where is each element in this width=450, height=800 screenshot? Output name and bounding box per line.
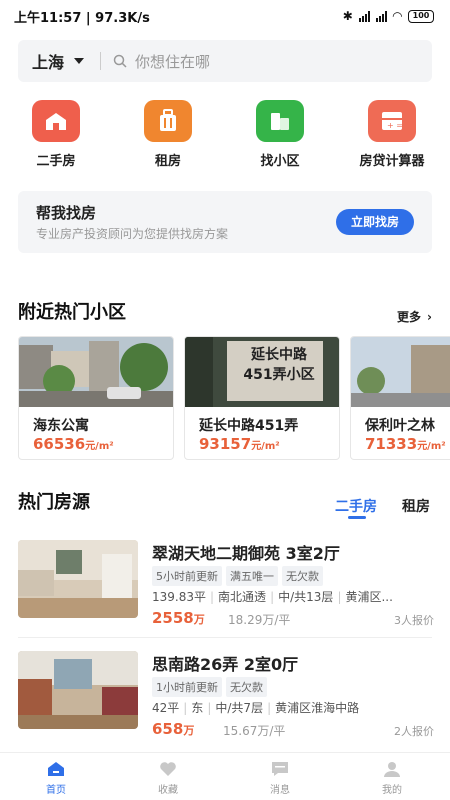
battery-icon: 100 <box>408 9 434 23</box>
tab-rent[interactable]: 租房 <box>402 496 430 516</box>
entry-label: 房贷计算器 <box>359 154 425 169</box>
search-input[interactable]: 你想住在哪 <box>135 51 210 72</box>
nearby-cards: 海东公寓 66536元/m² 延长中路 451弄小区 延长中路451弄 9315… <box>18 336 450 460</box>
community-sign-text: 延长中路 451弄小区 <box>243 347 315 383</box>
listing-photo <box>18 651 138 729</box>
listing-price: 658万 <box>152 720 195 738</box>
calculator-icon: + = <box>368 100 416 142</box>
bottom-nav: 首页 收藏 消息 我的 <box>0 752 450 800</box>
tag: 1小时前更新 <box>152 677 222 697</box>
listing-unit-price: 18.29万/平 <box>228 613 291 627</box>
heart-icon <box>160 762 176 776</box>
nav-label: 我的 <box>382 785 402 796</box>
entry-community[interactable]: 找小区 <box>224 100 336 169</box>
divider <box>18 637 432 638</box>
more-label: 更多 <box>397 310 422 324</box>
tab-second-hand[interactable]: 二手房 <box>335 496 377 516</box>
home-icon <box>48 762 64 776</box>
entry-label: 二手房 <box>36 154 76 169</box>
hot-section-title: 热门房源 <box>18 492 90 513</box>
city-label: 上海 <box>32 53 65 72</box>
suitcase-icon <box>144 100 192 142</box>
listing-title: 翠湖天地二期御苑 3室2厅 <box>152 544 340 563</box>
chevron-right-icon: › <box>427 309 432 324</box>
house-icon <box>32 100 80 142</box>
find-now-button[interactable]: 立即找房 <box>336 209 414 235</box>
divider <box>100 52 101 70</box>
listing-offers: 2人报价 <box>394 725 434 738</box>
community-card[interactable]: 延长中路 451弄小区 延长中路451弄 93157元/m² <box>184 336 340 460</box>
tag: 满五唯一 <box>226 566 278 586</box>
help-find-house-card[interactable]: 帮我找房 专业房产投资顾问为您提供找房方案 立即找房 <box>18 191 432 253</box>
nav-favorites[interactable]: 收藏 <box>112 753 224 800</box>
building-icon <box>256 100 304 142</box>
listing-unit-price: 15.67万/平 <box>223 724 286 738</box>
tag: 5小时前更新 <box>152 566 222 586</box>
nearby-section-title: 附近热门小区 <box>18 302 126 323</box>
caret-down-icon <box>74 58 85 64</box>
listing-info: 139.83平 | 南北通透 | 中/共13层 | 黄浦区... <box>152 590 393 604</box>
community-photo <box>351 337 450 407</box>
nav-profile[interactable]: 我的 <box>336 753 448 800</box>
help-subtitle: 专业房产投资顾问为您提供找房方案 <box>36 227 229 241</box>
nav-label: 首页 <box>46 785 66 796</box>
community-card[interactable]: 保利叶之林 71333元/m² <box>350 336 450 460</box>
user-icon <box>384 762 400 777</box>
listing-offers: 3人报价 <box>394 614 434 627</box>
active-tab-indicator <box>348 516 366 519</box>
listing-price: 2558万 <box>152 609 205 627</box>
entry-label: 租房 <box>154 154 181 169</box>
listing-item[interactable]: 翠湖天地二期御苑 3室2厅 5小时前更新 满五唯一 无欠款 139.83平 | 南北… <box>18 540 450 632</box>
community-price: 71333元/m² <box>365 435 446 453</box>
community-name: 延长中路451弄 <box>199 418 299 434</box>
signal-icon <box>358 10 370 22</box>
status-icons: ✱ ◠ 100 <box>343 9 434 23</box>
community-name: 保利叶之林 <box>365 418 435 434</box>
entry-calculator[interactable]: + = 房贷计算器 <box>336 100 448 169</box>
help-title: 帮我找房 <box>36 204 97 222</box>
community-card[interactable]: 海东公寓 66536元/m² <box>18 336 174 460</box>
community-name: 海东公寓 <box>33 418 89 434</box>
status-time: 上午11:57 | 97.3K/s <box>14 10 150 26</box>
signal-icon-2 <box>375 10 387 22</box>
listing-item[interactable]: 思南路26弄 2室0厅 1小时前更新 无欠款 42平 | 东 | 中/共7层 | 黄浦区淮海… <box>18 651 450 743</box>
nav-label: 收藏 <box>158 785 178 796</box>
quick-entries: 二手房 租房 找小区 + = 房贷计算器 <box>0 100 450 169</box>
search-icon <box>113 54 127 68</box>
entry-rent[interactable]: 租房 <box>112 100 224 169</box>
status-bar: 上午11:57 | 97.3K/s ✱ ◠ 100 <box>0 0 450 32</box>
city-selector[interactable]: 上海 <box>18 49 100 73</box>
tag: 无欠款 <box>226 677 267 697</box>
entry-label: 找小区 <box>260 154 300 169</box>
nav-messages[interactable]: 消息 <box>224 753 336 800</box>
svg-text:+ =: + = <box>387 121 403 130</box>
listing-tags: 1小时前更新 无欠款 <box>152 677 267 697</box>
listing-title: 思南路26弄 2室0厅 <box>152 655 299 674</box>
community-price: 66536元/m² <box>33 435 114 453</box>
tag: 无欠款 <box>282 566 323 586</box>
listing-photo <box>18 540 138 618</box>
more-link[interactable]: 更多 › <box>397 308 432 325</box>
message-icon <box>272 762 288 776</box>
community-price: 93157元/m² <box>199 435 280 453</box>
wifi-icon: ◠ <box>392 9 402 23</box>
entry-second-hand[interactable]: 二手房 <box>0 100 112 169</box>
bluetooth-icon: ✱ <box>342 9 353 23</box>
search-bar[interactable]: 上海 你想住在哪 <box>18 40 432 82</box>
listing-tags: 5小时前更新 满五唯一 无欠款 <box>152 566 323 586</box>
listing-info: 42平 | 东 | 中/共7层 | 黄浦区淮海中路 <box>152 701 360 715</box>
community-photo <box>19 337 173 407</box>
nav-label: 消息 <box>270 785 290 796</box>
nav-home[interactable]: 首页 <box>0 753 112 800</box>
